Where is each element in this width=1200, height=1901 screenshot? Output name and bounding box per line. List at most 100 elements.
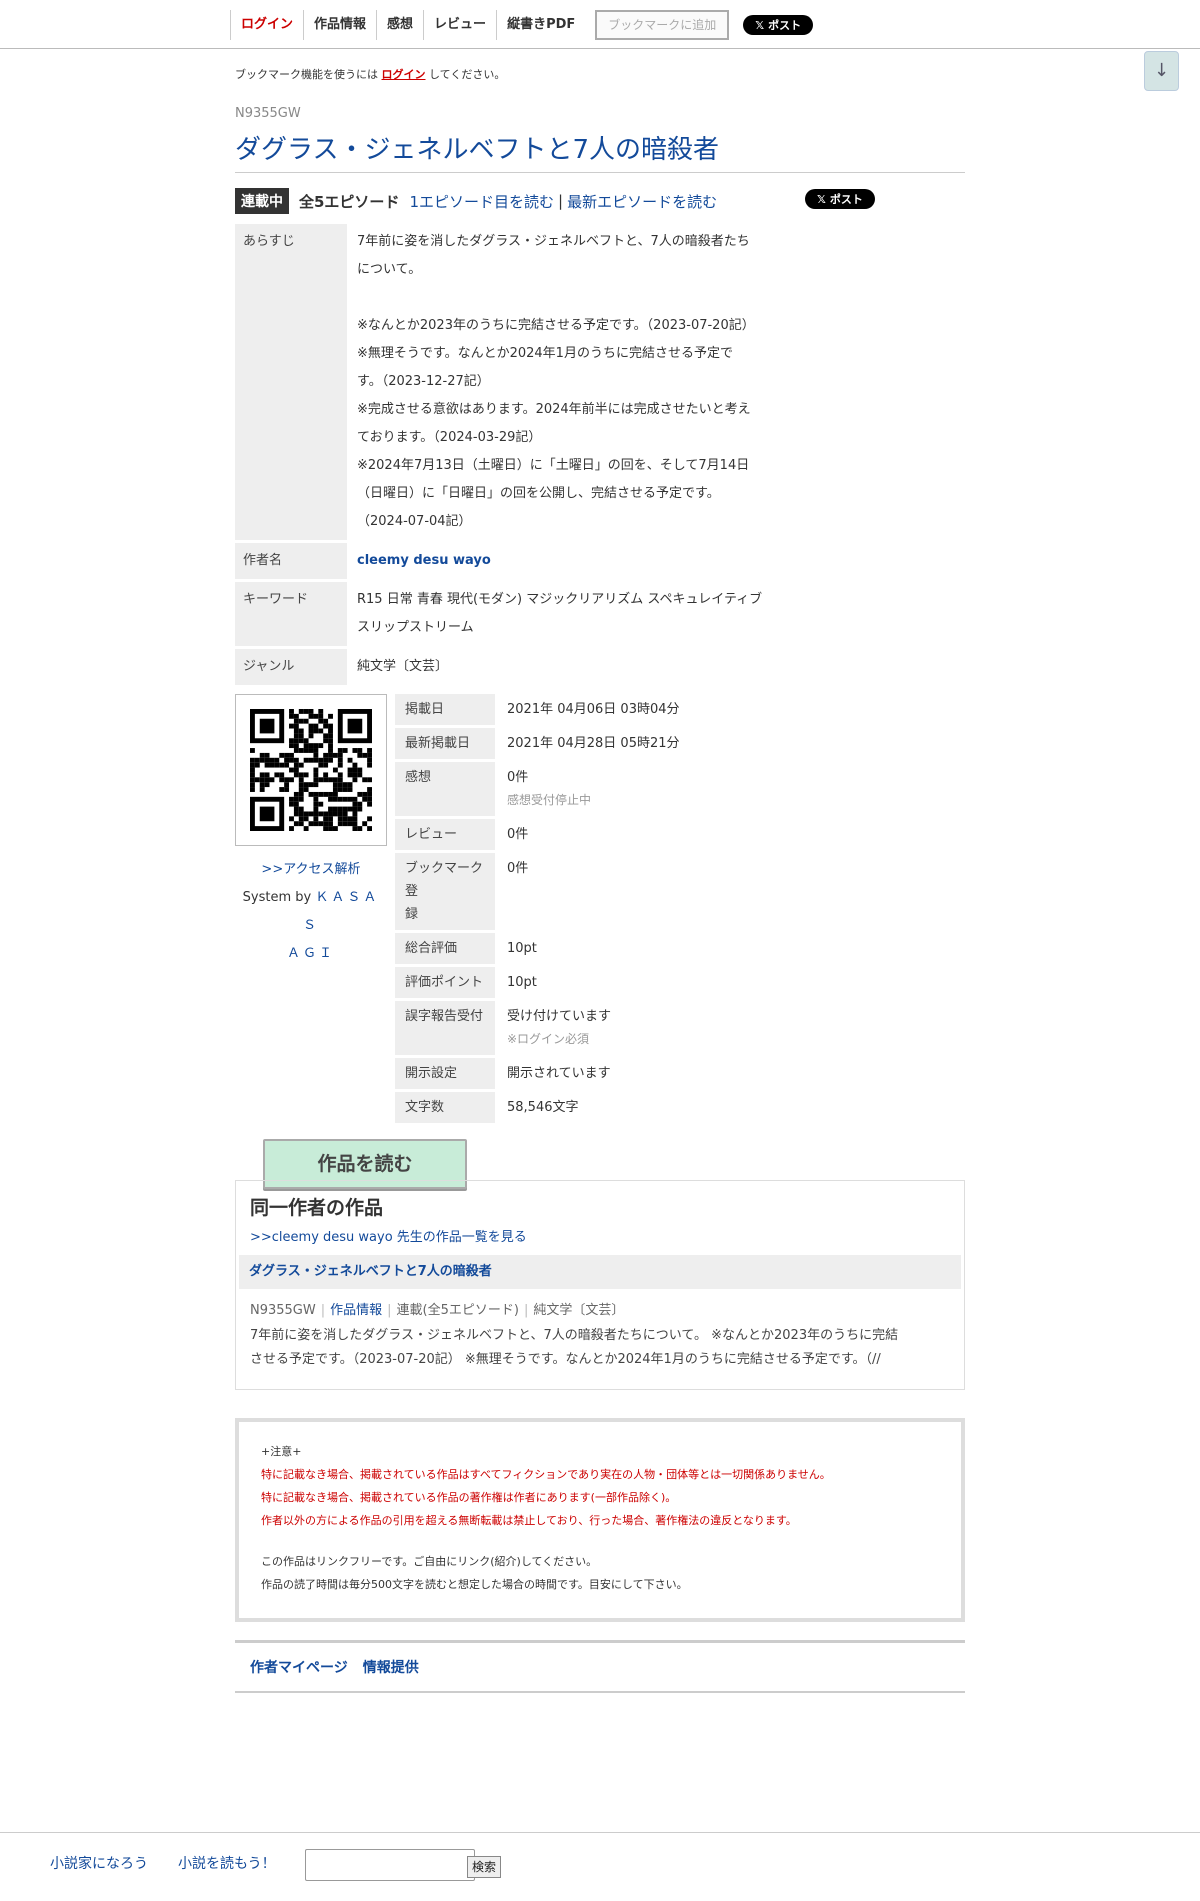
x-post-label: ポスト [829,193,863,206]
read-first-episode-link[interactable]: 1エピソード目を読む [409,191,554,212]
stats-value: 0件 [495,819,540,850]
ncode: N9355GW [235,106,301,121]
search-button[interactable]: 検索 [467,1856,502,1878]
x-post-label: ポスト [768,19,802,32]
keyword-row: キーワード R15 日常 青春 現代(モダン) マジックリアリズム スペキュレイ… [235,582,775,646]
synopsis-line: ※2024年7月13日（土曜日）に「土曜日」の回を、そして7月14日 [357,458,750,473]
same-author-work-description: 7年前に姿を消したダグラス・ジェネルベフトと、7人の暗殺者たちについて。 ※なん… [250,1324,950,1372]
same-author-works: 同一作者の作品 >>cleemy desu wayo 先生の作品一覧を見る ダグ… [235,1180,965,1390]
same-author-work-meta: N9355GW | 作品情報 | 連載(全5エピソード) | 純文学〔文芸〕 [250,1303,625,1318]
stats-label-text: 掲載日 [405,702,445,717]
notice-link-free: この作品はリンクフリーです。ご自由にリンク(紹介)してください。 [261,1555,598,1568]
information-report-link[interactable]: 情報提供 [363,1657,419,1677]
stats-value: 開示されています [495,1058,623,1089]
stats-value-text: 58,546文字 [507,1100,579,1115]
stats-label: 感想 [395,762,495,816]
description-line: させる予定です。（2023-07-20記） ※無理そうです。なんとか2024年1… [250,1352,881,1367]
stats-value-text: 開示されています [507,1066,611,1081]
nav-vertical-pdf[interactable]: 縦書きPDF [496,10,585,40]
stats-label: 文字数 [395,1092,495,1123]
bookmark-note-login-link[interactable]: ログイン [382,68,426,81]
synopsis-line: ※なんとか2023年のうちに完結させる予定です。（2023-07-20記） [357,318,755,333]
stats-label-text: 開示設定 [405,1066,458,1081]
site-link-narou[interactable]: 小説家になろう [50,1853,148,1873]
qr-code [235,694,387,846]
access-analysis-link[interactable]: >>アクセス解析 [261,862,360,877]
add-bookmark-button[interactable]: ブックマークに追加 [595,10,730,40]
access-analysis: >>アクセス解析 System by ＫＡＳＡＳ ＡＧＩ [235,856,387,968]
synopsis-line: （2024-07-04記） [357,514,472,529]
stats-section: >>アクセス解析 System by ＫＡＳＡＳ ＡＧＩ 掲載日 2021年 04… [235,694,965,1123]
stats-value-text: 10pt [507,975,537,990]
notice-copyright: 特に記載なき場合、掲載されている作品の著作権は作者にあります(一部作品除く)。 [261,1491,677,1504]
synopsis-line: について。 [357,262,422,277]
stats-label-text: レビュー [405,827,458,842]
search-input[interactable] [305,1849,475,1881]
genre-row: ジャンル 純文学〔文芸〕 [235,649,775,685]
author-works-list-link[interactable]: >>cleemy desu wayo 先生の作品一覧を見る [250,1230,527,1245]
nav-review[interactable]: レビュー [423,10,496,40]
stats-label: 総合評価 [395,933,495,964]
synopsis-line: （日曜日）に「日曜日」の回を公開し、完結させる予定です。 [357,486,720,501]
keyword-label: キーワード [235,582,347,646]
read-latest-episode-link[interactable]: 最新エピソードを読む [567,191,717,212]
synopsis-line: 7年前に姿を消したダグラス・ジェネルベフトと、7人の暗殺者たち [357,234,750,249]
stats-label-text: 文字数 [405,1100,445,1115]
stats-value-text: 0件 [507,861,529,876]
stats-sub-text: ※ログイン必須 [507,1032,590,1046]
keywords: R15 日常 青春 現代(モダン) マジックリアリズム スペキュレイティブ スリ… [347,582,775,646]
stats-label-text: 評価ポイント [405,975,484,990]
meta-ncode: N9355GW [250,1303,316,1318]
kasasagi-link-part1[interactable]: ＫＡＳＡＳ [303,890,379,933]
author-row: 作者名 cleemy desu wayo [235,543,775,579]
scroll-down-button[interactable]: ↓ [1144,51,1179,91]
x-post-button[interactable]: 𝕏 ポスト [743,15,814,35]
nav-login[interactable]: ログイン [230,10,303,40]
stats-label: 誤字報告受付 [395,1001,495,1055]
kasasagi-link-part2[interactable]: ＡＧＩ [287,946,335,961]
stats-row: ブックマーク登録 0件 [395,853,775,930]
qr-code-icon [250,709,372,831]
top-nav-bar: ログイン 作品情報 感想 レビュー 縦書きPDF ブックマークに追加 𝕏 ポスト [0,0,1200,49]
nav-impressions[interactable]: 感想 [376,10,423,40]
notice-reading-time: 作品の読了時間は毎分500文字を読むと想定した場合の時間です。目安にして下さい。 [261,1578,688,1591]
keywords-line: スリップストリーム [357,620,474,635]
x-post-button-work[interactable]: 𝕏 ポスト [805,189,875,209]
genre-label: ジャンル [235,649,347,685]
stats-value: 0件 [495,853,540,930]
nav-work-info[interactable]: 作品情報 [303,10,376,40]
meta-work-info-link[interactable]: 作品情報 [330,1303,382,1318]
author-mypage-link[interactable]: 作者マイページ [250,1657,348,1677]
stats-label: 評価ポイント [395,967,495,998]
episode-total: 全5エピソード [299,192,400,211]
bookmark-note-suffix: してください。 [429,68,506,81]
episode-status-row: 連載中 全5エピソード 1エピソード目を読む | 最新エピソードを読む 𝕏 ポス… [235,187,965,215]
author-label: 作者名 [235,543,347,579]
stats-value-text: 受け付けています [507,1009,612,1024]
stats-label-text: 総合評価 [405,941,458,956]
work-info-table: あらすじ 7年前に姿を消したダグラス・ジェネルベフトと、7人の暗殺者たち について… [235,221,775,688]
stats-label: レビュー [395,819,495,850]
keywords-line: R15 日常 青春 現代(モダン) マジックリアリズム スペキュレイティブ [357,592,763,607]
stats-value-text: 0件 [507,827,529,842]
top-nav: ログイン 作品情報 感想 レビュー 縦書きPDF ブックマークに追加 𝕏 ポスト [230,10,814,40]
bookmark-login-note: ブックマーク機能を使うには ログイン してください。 [235,66,965,82]
stats-sub-text: 感想受付停止中 [507,793,592,807]
stats-label: 最新掲載日 [395,728,495,759]
bottom-bar: 小説家になろう 小説を読もう！ 検索 [0,1832,1200,1901]
synopsis-line [357,284,765,312]
stats-row: 感想 0件 感想受付停止中 [395,762,775,816]
stats-value: 58,546文字 [495,1092,591,1123]
stats-label-text: 録 [405,907,419,922]
notice-box: +注意+ 特に記載なき場合、掲載されている作品はすべてフィクションであり実在の人… [235,1418,965,1622]
site-link-yomou[interactable]: 小説を読もう！ [178,1853,276,1873]
stats-value: 0件 感想受付停止中 [495,762,603,816]
synopsis-line: ております。（2024-03-29記） [357,430,542,445]
stats-label-text: 誤字報告受付 [405,1009,484,1024]
stats-value: 10pt [495,933,549,964]
work-title: ダグラス・ジェネルベフトと7人の暗殺者 [235,129,965,173]
author-link[interactable]: cleemy desu wayo [357,553,491,568]
synopsis-text: 7年前に姿を消したダグラス・ジェネルベフトと、7人の暗殺者たち について。 ※なんと… [347,224,775,540]
same-author-work-title-link[interactable]: ダグラス・ジェネルベフトと7人の暗殺者 [249,1264,492,1279]
main-content: ブックマーク機能を使うには ログイン してください。 N9355GW ダグラス・… [235,60,965,1123]
